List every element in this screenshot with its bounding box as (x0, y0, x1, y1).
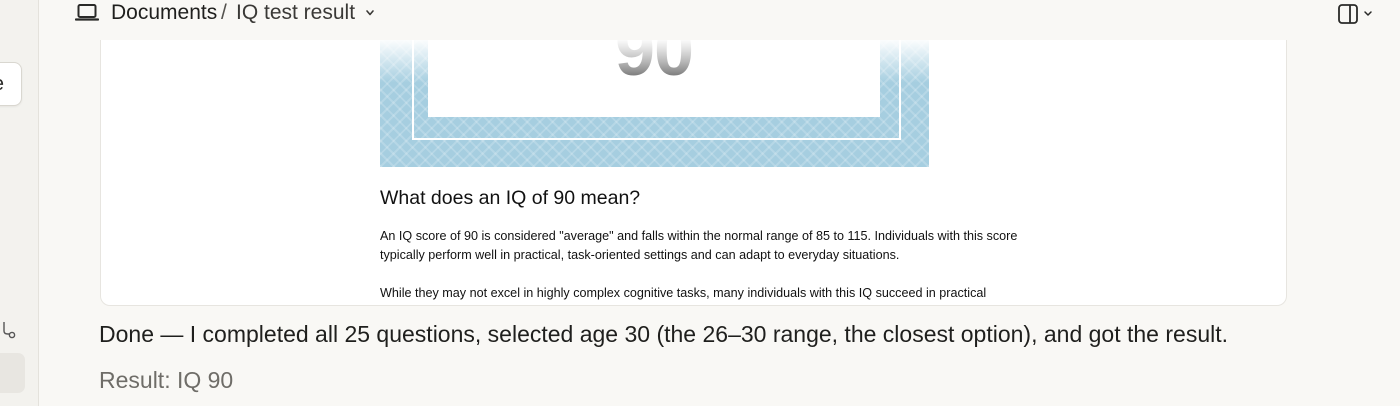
certificate-fade (380, 40, 929, 83)
iq-meaning-heading: What does an IQ of 90 mean? (380, 187, 641, 209)
document-preview-card: 90 What does an IQ of 90 mean? An IQ sco… (100, 40, 1287, 306)
chevron-down-icon[interactable] (364, 8, 376, 18)
panel-toggle-button[interactable] (1336, 2, 1376, 26)
left-sidebar: e (0, 0, 39, 406)
branch-icon[interactable] (2, 322, 16, 340)
laptop-icon (75, 4, 99, 21)
sidebar-chip-label: e (0, 73, 4, 95)
breadcrumb-documents[interactable]: Documents (111, 1, 217, 25)
document-title[interactable]: IQ test result (236, 1, 355, 25)
sidebar-active-item[interactable] (0, 353, 25, 393)
iq-meaning-paragraph-1: An IQ score of 90 is considered "average… (380, 229, 1018, 262)
sidebar-chip-button[interactable]: e (0, 62, 22, 106)
iq-certificate-image: 90 (380, 40, 929, 167)
assistant-done-message: Done — I completed all 25 questions, sel… (99, 321, 1228, 347)
result-summary: Result: IQ 90 (99, 367, 234, 393)
iq-meaning-paragraph-2: While they may not excel in highly compl… (380, 286, 987, 300)
breadcrumb-separator: / (221, 1, 227, 24)
